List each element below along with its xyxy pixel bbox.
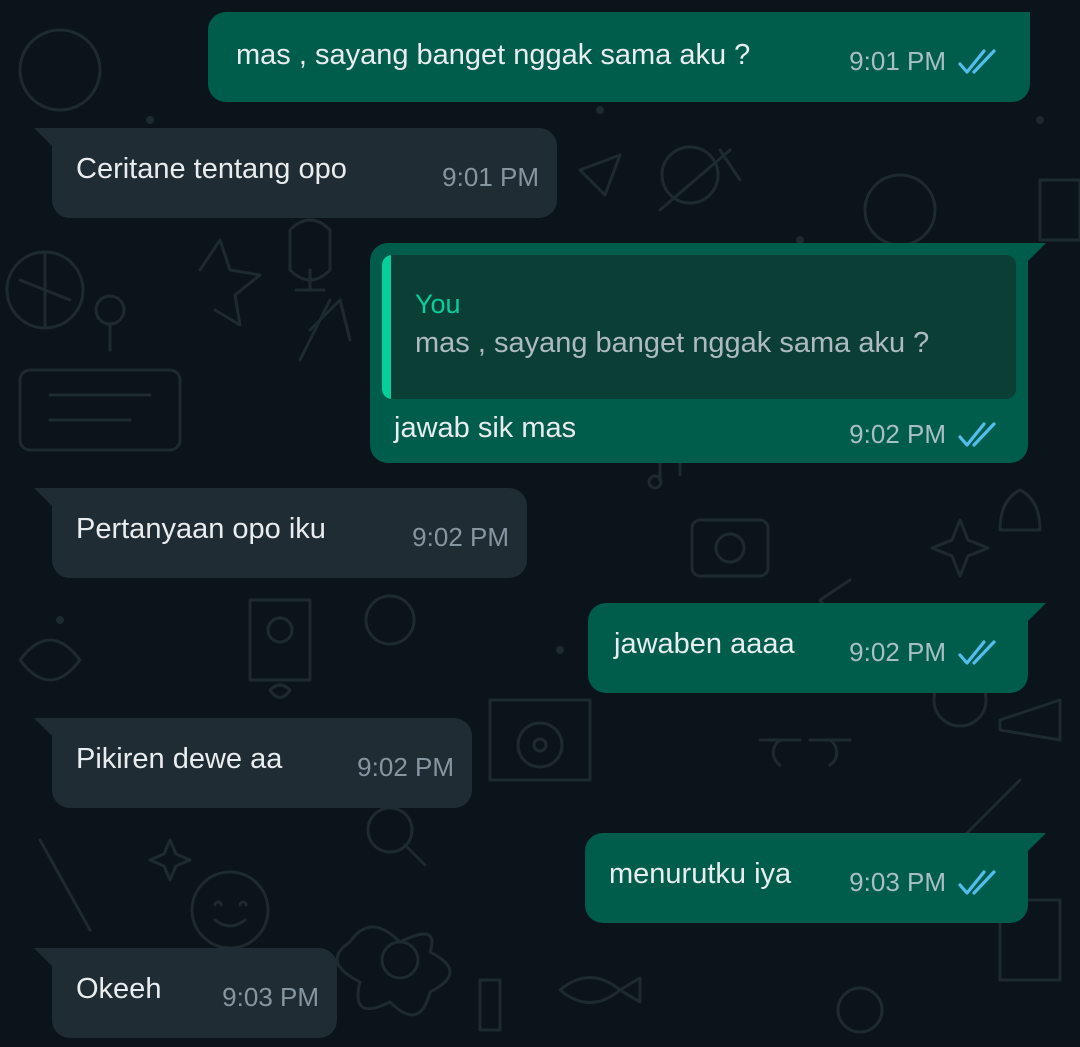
message-text: mas , sayang banget nggak sama aku ? [236,39,751,71]
message-meta: 9:01 PM [442,162,539,193]
quote-text: mas , sayang banget nggak sama aku ? [415,327,930,359]
message-meta: 9:02 PM [849,419,1004,450]
message-time: 9:03 PM [849,867,946,897]
message-text: Okeeh [76,973,162,1005]
message-meta: 9:02 PM [849,637,1004,668]
message-time: 9:02 PM [849,637,946,667]
bubble-tail [1024,833,1046,855]
bubble-tail [34,718,56,740]
incoming-message[interactable]: Pertanyaan opo iku 9:02 PM [34,488,527,578]
outgoing-reply-message[interactable]: You mas , sayang banget nggak sama aku ?… [370,243,1046,463]
double-check-read-icon [958,869,996,895]
message-meta: 9:03 PM [222,982,319,1013]
quote-accent-bar [382,255,391,399]
bubble-tail [34,948,56,970]
quote-author: You [415,289,461,319]
message-text: jawaben aaaa [614,628,795,660]
message-text: jawab sik mas [394,412,577,444]
outgoing-message[interactable]: mas , sayang banget nggak sama aku ? 9:0… [208,12,1030,102]
message-meta: 9:02 PM [412,522,509,553]
outgoing-message[interactable]: jawaben aaaa 9:02 PM [588,603,1046,693]
message-time: 9:01 PM [442,162,539,192]
bubble-tail [34,128,56,150]
message-text: Ceritane tentang opo [76,153,347,185]
message-time: 9:01 PM [849,46,946,76]
bubble-tail [34,488,56,510]
chat-message-list[interactable]: mas , sayang banget nggak sama aku ? 9:0… [0,0,1080,1047]
bubble-tail [1024,243,1046,265]
message-meta: 9:03 PM [849,867,1004,898]
message-text: menurutku iya [609,858,792,890]
incoming-message[interactable]: Ceritane tentang opo 9:01 PM [34,128,557,218]
message-time: 9:02 PM [357,752,454,782]
message-time: 9:03 PM [222,982,319,1012]
outgoing-message[interactable]: menurutku iya 9:03 PM [585,833,1046,923]
message-text: Pertanyaan opo iku [76,513,326,545]
double-check-read-icon [958,421,996,447]
message-time: 9:02 PM [849,419,946,449]
quoted-message[interactable]: You mas , sayang banget nggak sama aku ? [382,255,1016,399]
message-text: Pikiren dewe aa [76,743,283,775]
double-check-read-icon [958,639,996,665]
message-meta: 9:02 PM [357,752,454,783]
bubble-tail [1024,603,1046,625]
message-meta: 9:01 PM [849,46,1004,77]
incoming-message[interactable]: Pikiren dewe aa 9:02 PM [34,718,472,808]
incoming-message[interactable]: Okeeh 9:03 PM [34,948,337,1038]
double-check-read-icon [958,48,996,74]
message-time: 9:02 PM [412,522,509,552]
